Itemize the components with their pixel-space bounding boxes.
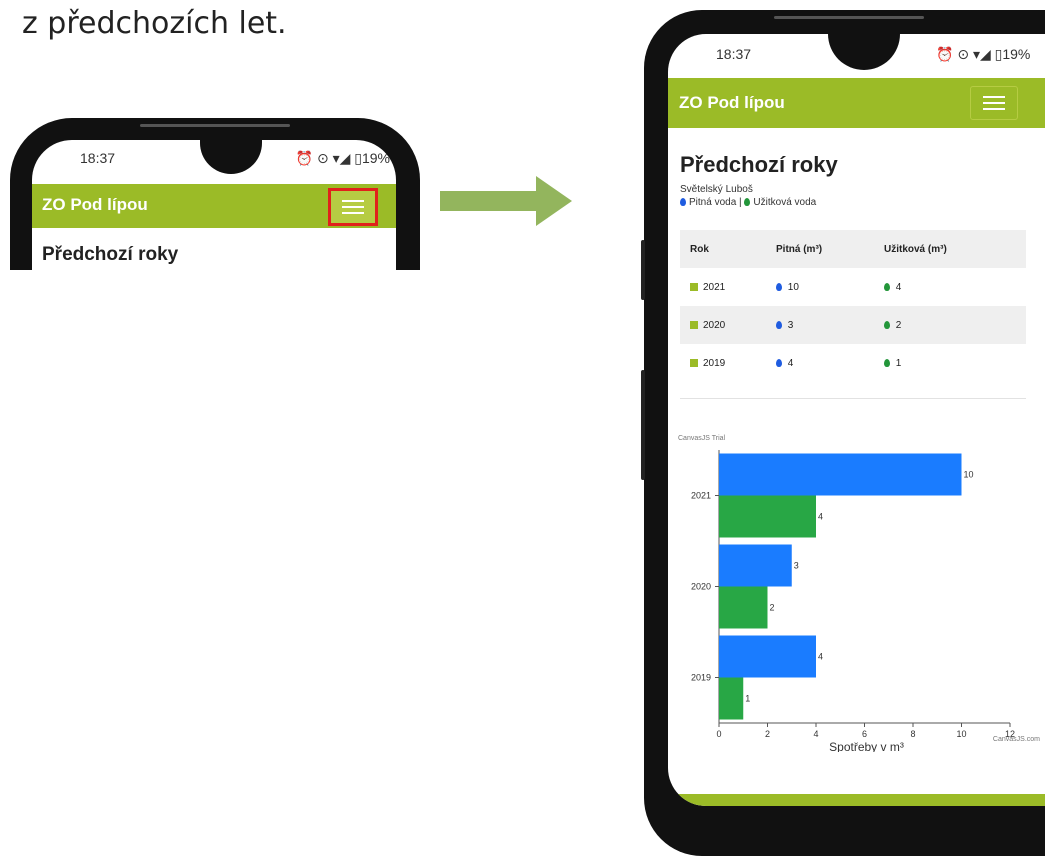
bar-potable — [719, 544, 792, 587]
table-header-row: Rok Pitná (m³) Užitková (m³) — [680, 230, 1026, 268]
app-title[interactable]: ZO Pod lípou — [679, 93, 785, 113]
row-potable: 4 — [787, 358, 794, 369]
row-year: 2021 — [703, 282, 726, 293]
x-axis-title: Spotřeby v m³ — [829, 740, 904, 752]
phone-speaker — [140, 124, 290, 127]
column-header: Užitková (m³) — [884, 244, 947, 255]
menu-button-highlighted[interactable] — [328, 188, 378, 226]
x-tick-label: 10 — [956, 729, 966, 739]
x-tick-label: 8 — [910, 729, 915, 739]
row-utility: 2 — [895, 320, 902, 331]
status-icons: ⏰ ⊙ ▾◢ ▯19% — [295, 150, 390, 166]
calendar-icon — [690, 321, 698, 329]
volume-button — [641, 240, 645, 300]
bar-utility — [719, 586, 768, 629]
phone-screen: 18:37 ⏰ ⊙ ▾◢ ▯19% ZO Pod lípou Předchozí… — [668, 34, 1045, 806]
water-drop-green-icon — [884, 321, 890, 329]
row-potable: 10 — [787, 282, 799, 293]
consumption-bar-chart: CanvasJS Trial0 2 4 6 8 10 12Spotřeby v m³2021… — [678, 435, 1040, 752]
owner-name: Světelský Luboš — [680, 184, 753, 195]
water-drop-blue-icon — [776, 359, 782, 367]
app-bar: ZO Pod lípou — [32, 184, 396, 228]
x-tick-label: 0 — [716, 729, 721, 739]
bar-utility — [719, 495, 816, 538]
bar-value-label: 10 — [964, 470, 974, 480]
bar-value-label: 4 — [818, 652, 823, 662]
legend-potable: Pitná voda | — [689, 197, 742, 208]
y-category-label: 2019 — [691, 673, 711, 683]
row-year: 2019 — [703, 358, 726, 369]
app-title[interactable]: ZO Pod lípou — [42, 195, 148, 215]
years-table: Rok Pitná (m³) Užitková (m³) 2021 10 4 2… — [680, 230, 1026, 382]
small-phone-mockup: 18:37 ⏰ ⊙ ▾◢ ▯19% ZO Pod lípou Předchozí… — [10, 118, 420, 270]
status-time: 18:37 — [80, 150, 116, 166]
bar-value-label: 4 — [818, 512, 823, 522]
bar-value-label: 3 — [794, 561, 799, 571]
water-drop-blue-icon — [776, 283, 782, 291]
menu-button[interactable] — [970, 86, 1018, 120]
calendar-icon — [690, 283, 698, 291]
hamburger-icon — [983, 96, 1005, 110]
x-tick-label: 6 — [862, 729, 867, 739]
intro-text: z předchozích let. — [22, 6, 287, 41]
calendar-icon — [690, 359, 698, 367]
camera-notch — [828, 34, 900, 70]
phone-screen: 18:37 ⏰ ⊙ ▾◢ ▯19% ZO Pod lípou Předchozí… — [32, 140, 396, 270]
bar-utility — [719, 677, 744, 720]
camera-notch — [200, 140, 262, 174]
y-category-label: 2021 — [691, 491, 711, 501]
chart-watermark: CanvasJS Trial — [678, 435, 726, 442]
row-potable: 3 — [787, 320, 794, 331]
bar-value-label: 1 — [745, 694, 750, 704]
bar-value-label: 2 — [770, 603, 775, 613]
y-category-label: 2020 — [691, 582, 711, 592]
water-drop-green-icon — [884, 283, 890, 291]
phone-speaker — [774, 16, 924, 19]
water-legend: Pitná voda | Užitková voda — [680, 197, 816, 208]
bar-potable — [719, 453, 962, 496]
x-tick-label: 4 — [813, 729, 818, 739]
page-title: Předchozí roky — [680, 152, 838, 177]
table-row: 2020 3 2 — [680, 306, 1026, 344]
x-tick-label: 2 — [765, 729, 770, 739]
water-drop-green-icon — [744, 198, 751, 206]
row-utility: 1 — [895, 358, 902, 369]
water-drop-blue-icon — [680, 198, 686, 206]
table-row: 2021 10 4 — [680, 268, 1026, 306]
water-drop-green-icon — [884, 359, 890, 367]
footer-bar — [668, 794, 1045, 806]
column-header: Pitná (m³) — [776, 244, 823, 255]
page-title: Předchozí roky — [42, 244, 179, 265]
large-phone-mockup: 18:37 ⏰ ⊙ ▾◢ ▯19% ZO Pod lípou Předchozí… — [641, 10, 1045, 856]
app-bar: ZO Pod lípou — [668, 78, 1045, 128]
status-time: 18:37 — [716, 46, 752, 62]
table-row: 2019 4 1 — [680, 344, 1026, 382]
section-divider — [680, 398, 1026, 399]
hamburger-icon — [342, 200, 364, 214]
status-icons: ⏰ ⊙ ▾◢ ▯19% — [936, 46, 1031, 62]
water-drop-blue-icon — [776, 321, 782, 329]
right-arrow-icon — [440, 176, 572, 226]
column-header: Rok — [690, 244, 709, 255]
bar-potable — [719, 635, 816, 678]
legend-utility: Užitková voda — [753, 197, 817, 208]
chart-credit: CanvasJS.com — [993, 736, 1040, 743]
row-year: 2020 — [703, 320, 726, 331]
row-utility: 4 — [895, 282, 902, 293]
power-button — [641, 370, 645, 480]
